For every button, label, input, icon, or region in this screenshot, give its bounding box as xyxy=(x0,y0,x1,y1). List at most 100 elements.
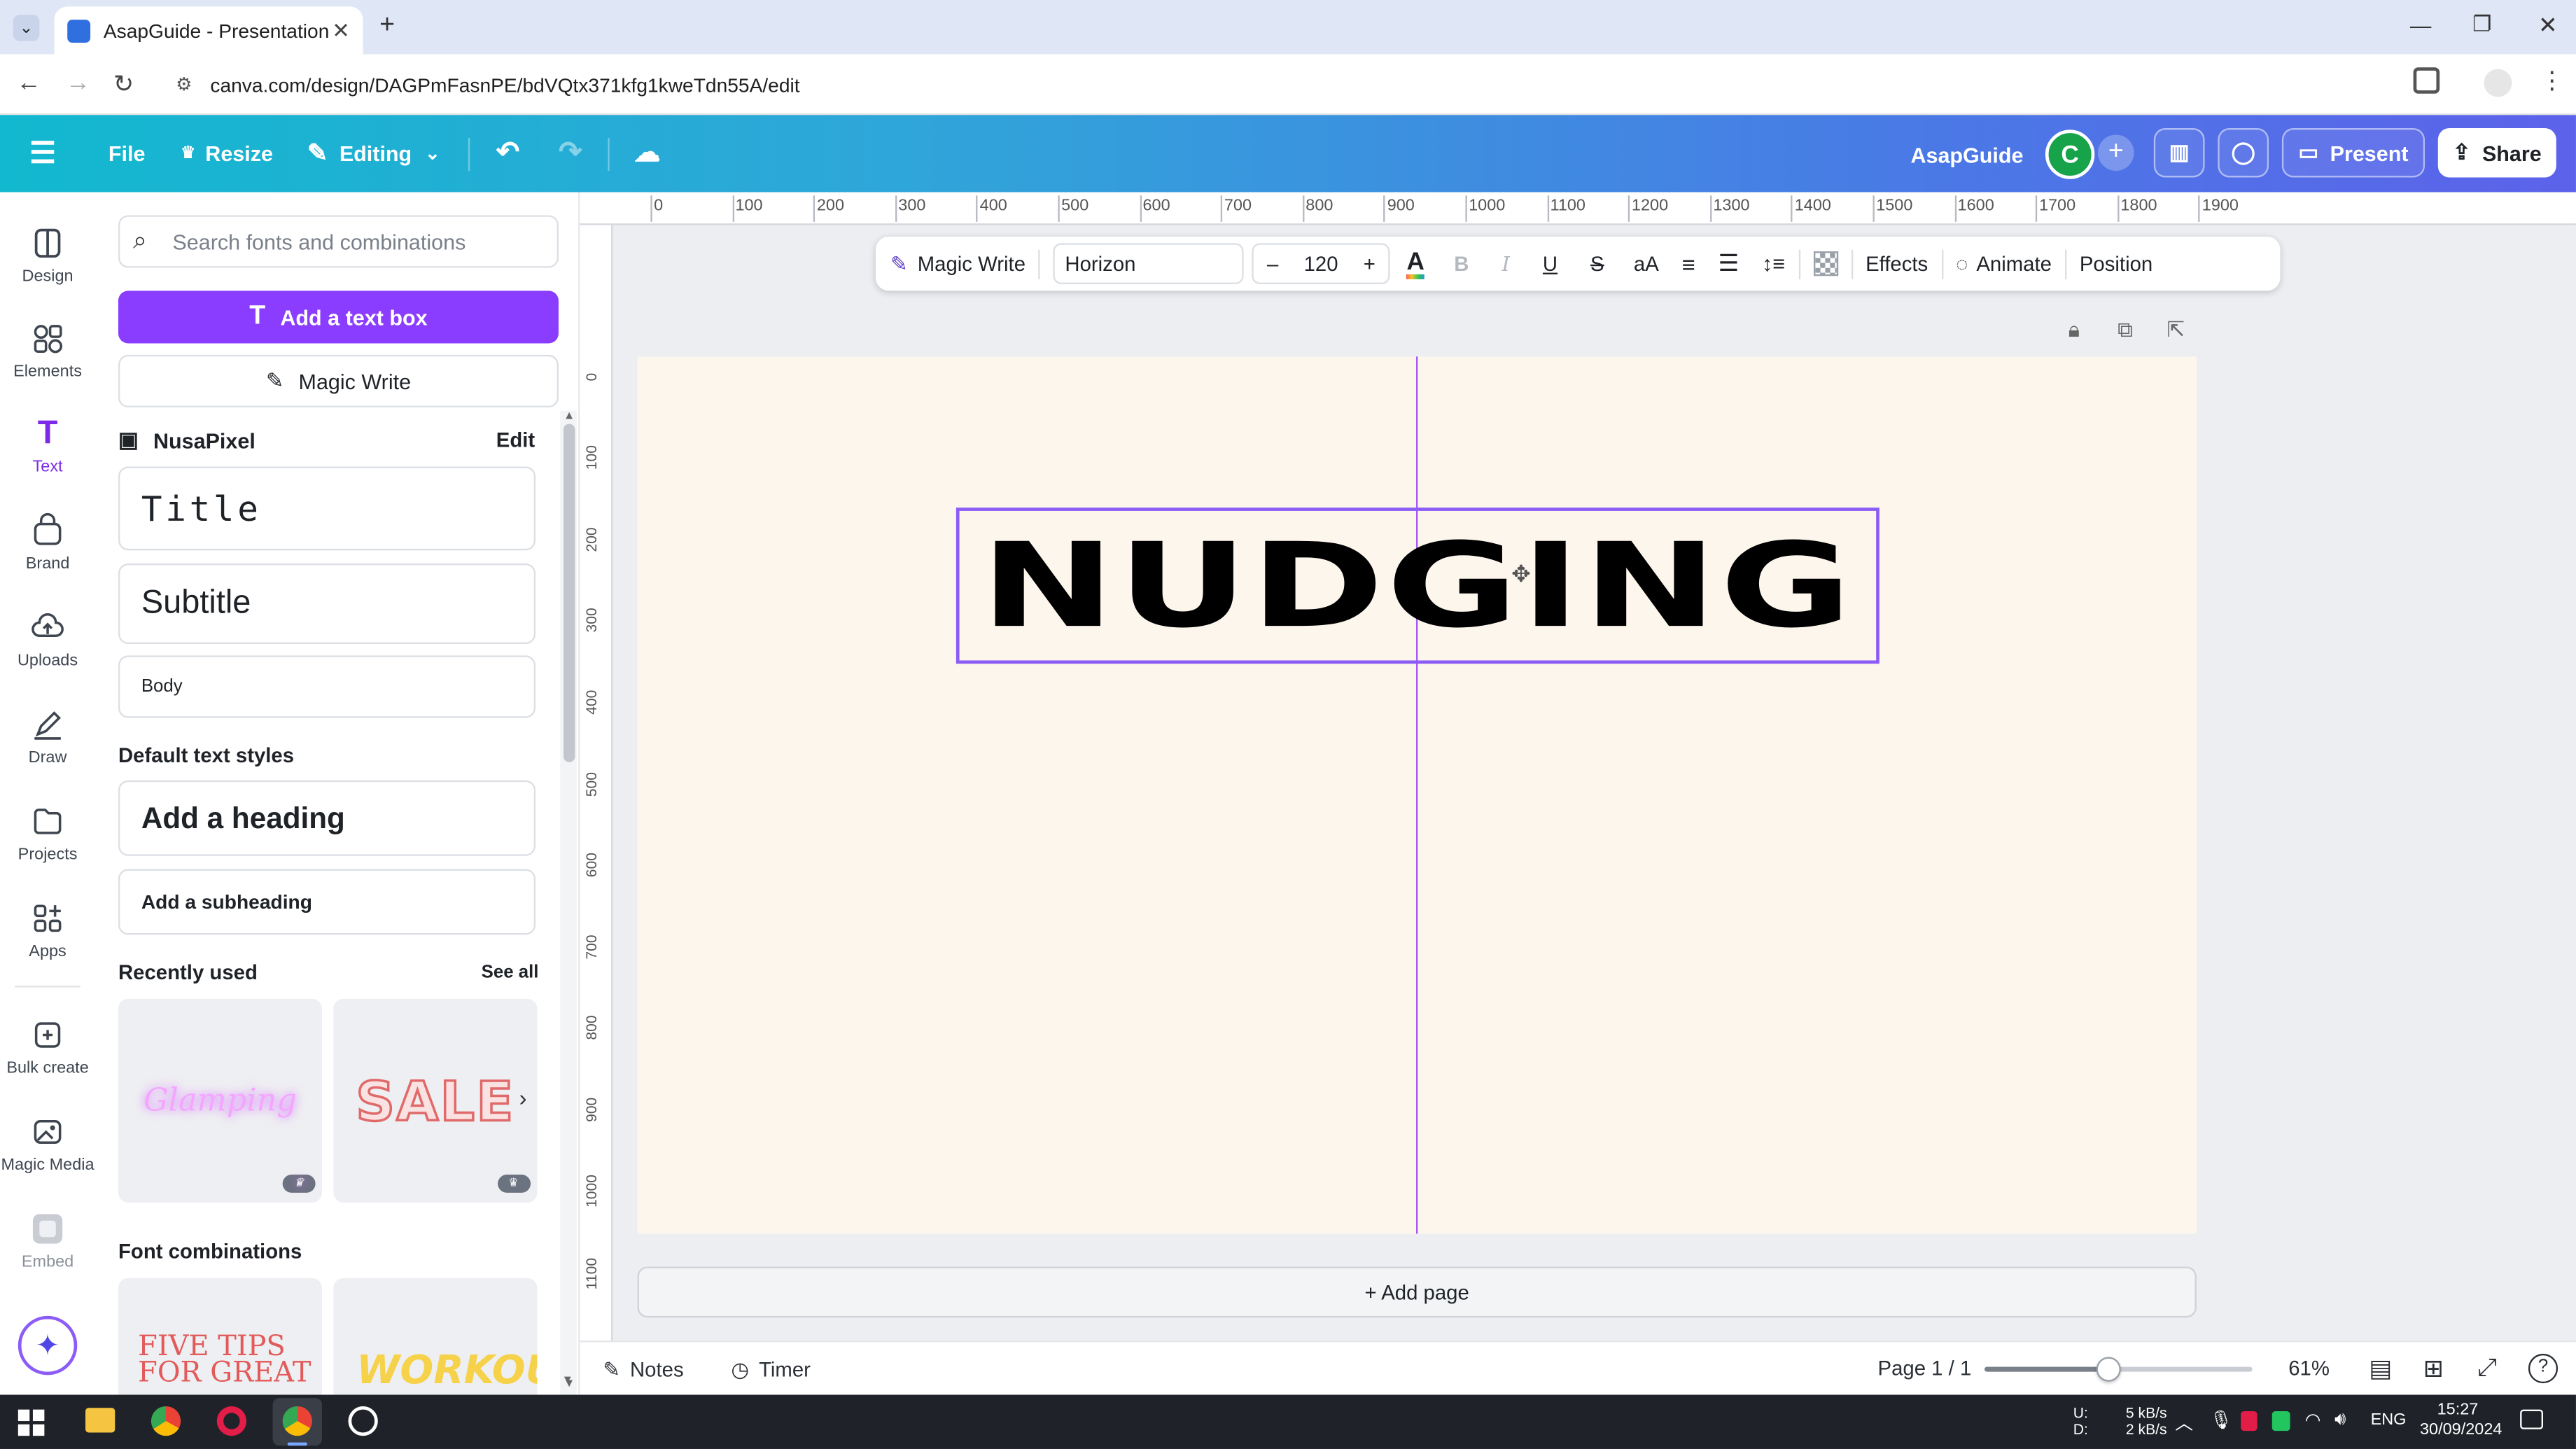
carousel-next-chevron-icon[interactable]: › xyxy=(519,1084,527,1111)
add-subheading-style[interactable]: Add a subheading xyxy=(118,869,536,935)
animate-button[interactable]: ◌ Animate xyxy=(1956,252,2052,275)
toolbar-magic-write-button[interactable]: ✎ Magic Write xyxy=(876,251,1026,276)
line-spacing-icon[interactable]: ↕≡ xyxy=(1762,251,1785,276)
brand-title-style[interactable]: Title xyxy=(118,466,536,551)
effects-button[interactable]: Effects xyxy=(1865,252,1928,275)
transparency-icon[interactable] xyxy=(1812,251,1838,276)
rail-item-design[interactable]: Design xyxy=(0,225,95,286)
bold-icon[interactable]: B xyxy=(1454,252,1469,275)
position-button[interactable]: Position xyxy=(2080,252,2152,275)
notifications-icon[interactable] xyxy=(2520,1409,2544,1429)
clock-app-icon[interactable] xyxy=(348,1406,378,1436)
search-input[interactable]: ⌕ Search fonts and combinations xyxy=(118,215,559,268)
brand-body-style[interactable]: Body xyxy=(118,655,536,718)
back-icon[interactable]: ← xyxy=(16,69,41,97)
window-close-icon[interactable]: ✕ xyxy=(2538,11,2558,39)
recent-style-glamping[interactable]: Glamping ♛ xyxy=(118,998,322,1203)
tab-list-chevron-icon[interactable]: ⌄ xyxy=(13,15,40,41)
tab-close-icon[interactable]: ✕ xyxy=(332,18,350,44)
design-page[interactable]: NUDGING ✥ xyxy=(637,356,2197,1234)
rail-item-brand[interactable]: Brand xyxy=(0,512,95,573)
page-indicator[interactable]: Page 1 / 1 xyxy=(1878,1357,1972,1380)
rail-item-magic-media[interactable]: Magic Media xyxy=(0,1114,95,1175)
site-info-icon[interactable]: ⚙ xyxy=(176,74,192,95)
zoom-slider[interactable] xyxy=(1984,1357,2253,1382)
browser-tab[interactable]: AsapGuide - Presentation ✕ xyxy=(54,6,363,55)
rail-item-projects[interactable]: Projects xyxy=(0,804,95,864)
undo-icon[interactable]: ↶ xyxy=(496,128,519,177)
increase-size-icon[interactable]: + xyxy=(1364,252,1376,275)
reload-icon[interactable]: ↻ xyxy=(113,69,134,99)
zoom-slider-thumb[interactable] xyxy=(2096,1357,2121,1382)
add-page-button[interactable]: + Add page xyxy=(637,1266,2197,1318)
redo-icon[interactable]: ↷ xyxy=(559,128,582,177)
rail-item-embed[interactable]: Embed xyxy=(0,1211,95,1272)
lock-icon[interactable]: 🔒︎ xyxy=(2068,317,2080,344)
text-color-icon[interactable]: A xyxy=(1406,249,1424,279)
notes-button[interactable]: ✎ Notes xyxy=(603,1357,683,1382)
user-avatar[interactable]: C xyxy=(2045,130,2095,179)
team-name[interactable]: AsapGuide xyxy=(1910,130,2023,178)
grid-view-icon[interactable]: ⊞ xyxy=(2423,1354,2444,1383)
magic-write-button[interactable]: ✎ Magic Write xyxy=(118,354,559,408)
url-field[interactable]: ⚙ canva.com/design/DAGPmFasnPE/bdVQtx371… xyxy=(164,65,2399,106)
scroll-up-arrow-icon[interactable]: ▲ xyxy=(564,411,575,422)
panel-scrollbar[interactable]: ▲ ▼ xyxy=(560,410,577,1395)
file-explorer-icon[interactable] xyxy=(85,1408,115,1433)
headline-text[interactable]: NUDGING xyxy=(981,527,1854,644)
underline-icon[interactable]: U xyxy=(1543,252,1558,275)
font-size-stepper[interactable]: – 120 + xyxy=(1252,243,1391,285)
panel-scrollbar-thumb[interactable] xyxy=(563,424,575,762)
tray-chevron-icon[interactable]: ︿ xyxy=(2175,1410,2193,1436)
workspace-scroll-down-icon[interactable]: ▼ xyxy=(562,1375,573,1386)
chrome-icon[interactable] xyxy=(150,1406,181,1436)
rail-item-uploads[interactable]: Uploads xyxy=(0,610,95,671)
volume-icon[interactable]: 🔊︎ xyxy=(2334,1410,2346,1432)
app-tray-icon[interactable] xyxy=(2272,1410,2290,1432)
invite-plus-icon[interactable]: + xyxy=(2097,134,2134,172)
language-indicator[interactable]: ENG xyxy=(2371,1411,2407,1429)
active-chrome-task[interactable] xyxy=(272,1398,322,1446)
cloud-save-icon[interactable]: ☁ xyxy=(634,128,661,177)
recorder-icon[interactable] xyxy=(216,1406,247,1436)
font-combo-five-tips[interactable]: FIVE TIPS FOR GREAT xyxy=(118,1278,322,1395)
brand-kit-edit-link[interactable]: Edit xyxy=(496,429,535,452)
page-view-icon[interactable]: ▤ xyxy=(2369,1354,2392,1383)
present-button[interactable]: ▭ Present xyxy=(2281,128,2426,178)
insights-chart-icon[interactable]: ▥ xyxy=(2153,128,2205,178)
new-tab-icon[interactable]: + xyxy=(379,11,395,41)
clock[interactable]: 15:27 30/09/2024 xyxy=(2420,1401,2502,1441)
microphone-icon[interactable]: 🎙︎ xyxy=(2210,1410,2233,1431)
italic-icon[interactable]: I xyxy=(1502,251,1510,276)
extensions-icon[interactable] xyxy=(2413,67,2440,94)
profile-avatar[interactable] xyxy=(2484,69,2512,97)
duplicate-page-icon[interactable]: ⧉ xyxy=(2118,317,2133,344)
selected-text-box[interactable]: NUDGING xyxy=(955,507,1879,664)
font-size-value[interactable]: 120 xyxy=(1304,252,1338,275)
bullet-list-icon[interactable]: ☰ xyxy=(1718,250,1739,278)
share-button[interactable]: ⇪ Share xyxy=(2437,128,2556,178)
add-heading-style[interactable]: Add a heading xyxy=(118,780,536,856)
font-combo-workout[interactable]: WORKOUT xyxy=(333,1278,538,1395)
rail-item-draw[interactable]: Draw xyxy=(0,706,95,767)
recent-style-sale[interactable]: SALE ♛ xyxy=(333,998,538,1203)
comment-icon[interactable]: ◯ xyxy=(2218,128,2269,178)
start-windows-icon[interactable] xyxy=(18,1409,45,1436)
strikethrough-icon[interactable]: S xyxy=(1590,252,1604,275)
zoom-level[interactable]: 61% xyxy=(2288,1357,2330,1380)
letter-case-icon[interactable]: aA xyxy=(1634,252,1659,275)
magic-sparkle-icon[interactable]: ✦ xyxy=(18,1315,78,1376)
rail-item-apps[interactable]: Apps xyxy=(0,900,95,961)
add-text-box-button[interactable]: T Add a text box xyxy=(118,290,559,344)
rail-item-bulk-create[interactable]: Bulk create xyxy=(0,1017,95,1078)
resize-button[interactable]: ♛ Resize xyxy=(181,128,273,177)
see-all-link[interactable]: See all xyxy=(482,962,539,982)
forward-icon[interactable]: → xyxy=(66,69,90,97)
rail-item-text[interactable]: T Text xyxy=(0,416,95,477)
file-menu-button[interactable]: File xyxy=(108,128,146,177)
help-icon[interactable]: ? xyxy=(2528,1353,2558,1384)
wifi-icon[interactable]: ◠ xyxy=(2305,1410,2321,1431)
main-menu-icon[interactable]: ☰ xyxy=(29,128,56,177)
decrease-size-icon[interactable]: – xyxy=(1267,252,1278,275)
brand-subtitle-style[interactable]: Subtitle xyxy=(118,563,536,644)
